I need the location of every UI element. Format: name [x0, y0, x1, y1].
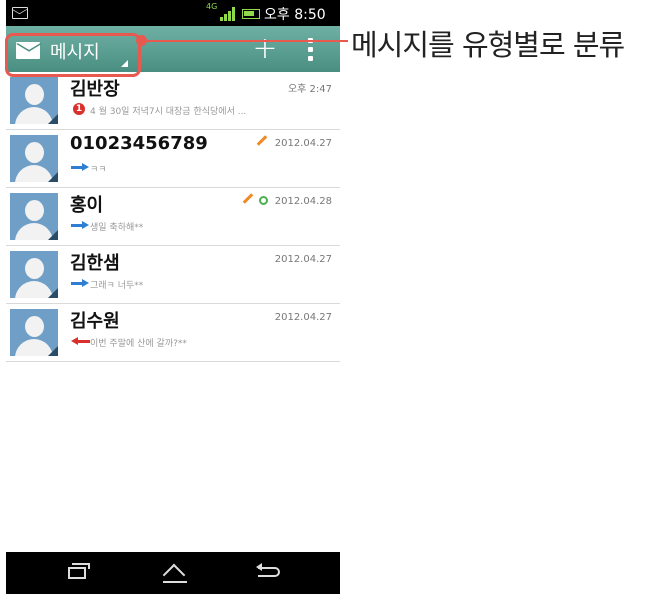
contact-name: 01023456789 — [70, 133, 208, 154]
callout-label: 메시지를 유형별로 분류 — [351, 28, 625, 62]
phone-screen: 4G 오후 8:50 메시지 + 김반장 오후 2:47 1 4 월 30일 저… — [6, 0, 340, 594]
outgoing-arrow-icon — [71, 221, 91, 230]
message-preview: 이번 주말에 산에 갈까?** — [90, 339, 187, 349]
status-bar: 4G 오후 8:50 — [6, 0, 340, 26]
recent-apps-icon[interactable] — [68, 563, 90, 579]
message-date: 2012.04.27 — [274, 312, 332, 323]
mail-notification-icon — [12, 7, 28, 19]
signal-icon — [220, 7, 236, 21]
outgoing-arrow-icon — [71, 279, 91, 288]
back-icon[interactable] — [256, 563, 282, 581]
message-preview: 그래ㅋ 너두** — [90, 281, 144, 291]
highlight-box — [5, 33, 141, 77]
callout-line — [146, 40, 348, 42]
conversation-row[interactable]: 김수원 2012.04.27 이번 주말에 산에 갈까?** — [6, 304, 340, 362]
scheduled-clock-icon — [259, 196, 268, 205]
battery-icon — [242, 9, 260, 19]
network-type-label: 4G — [206, 2, 218, 11]
message-preview: 생일 축하해** — [90, 223, 144, 233]
incoming-arrow-icon — [71, 337, 91, 346]
conversation-row[interactable]: 01023456789 2012.04.27 ㅋㅋ — [6, 130, 340, 188]
message-date: 2012.04.28 — [274, 196, 332, 207]
message-preview: ㅋㅋ — [90, 165, 107, 175]
draft-pencil-icon — [256, 135, 268, 146]
contact-name: 김반장 — [70, 79, 120, 100]
contact-name: 홍이 — [70, 195, 104, 216]
avatar[interactable] — [10, 309, 58, 356]
home-icon[interactable] — [162, 564, 188, 583]
contact-name: 김수원 — [70, 311, 120, 332]
message-date: 2012.04.27 — [274, 138, 332, 149]
message-date: 오후 2:47 — [287, 84, 332, 95]
avatar[interactable] — [10, 251, 58, 298]
avatar[interactable] — [10, 77, 58, 124]
avatar[interactable] — [10, 193, 58, 240]
new-message-button[interactable]: + — [250, 34, 280, 64]
navigation-bar — [6, 552, 340, 594]
conversation-row[interactable]: 김한샘 2012.04.27 그래ㅋ 너두** — [6, 246, 340, 304]
message-date: 2012.04.27 — [274, 254, 332, 265]
conversation-list: 김반장 오후 2:47 1 4 월 30일 저녁7시 대장금 한식당에서 ...… — [6, 72, 340, 552]
avatar[interactable] — [10, 135, 58, 182]
status-time: 오후 8:50 — [264, 7, 326, 23]
unread-badge: 1 — [73, 103, 85, 115]
conversation-row[interactable]: 홍이 2012.04.28 생일 축하해** — [6, 188, 340, 246]
message-preview: 4 월 30일 저녁7시 대장금 한식당에서 ... — [90, 107, 247, 117]
contact-name: 김한샘 — [70, 253, 120, 274]
draft-pencil-icon — [242, 193, 254, 204]
conversation-row[interactable]: 김반장 오후 2:47 1 4 월 30일 저녁7시 대장금 한식당에서 ... — [6, 72, 340, 130]
outgoing-arrow-icon — [71, 163, 91, 172]
